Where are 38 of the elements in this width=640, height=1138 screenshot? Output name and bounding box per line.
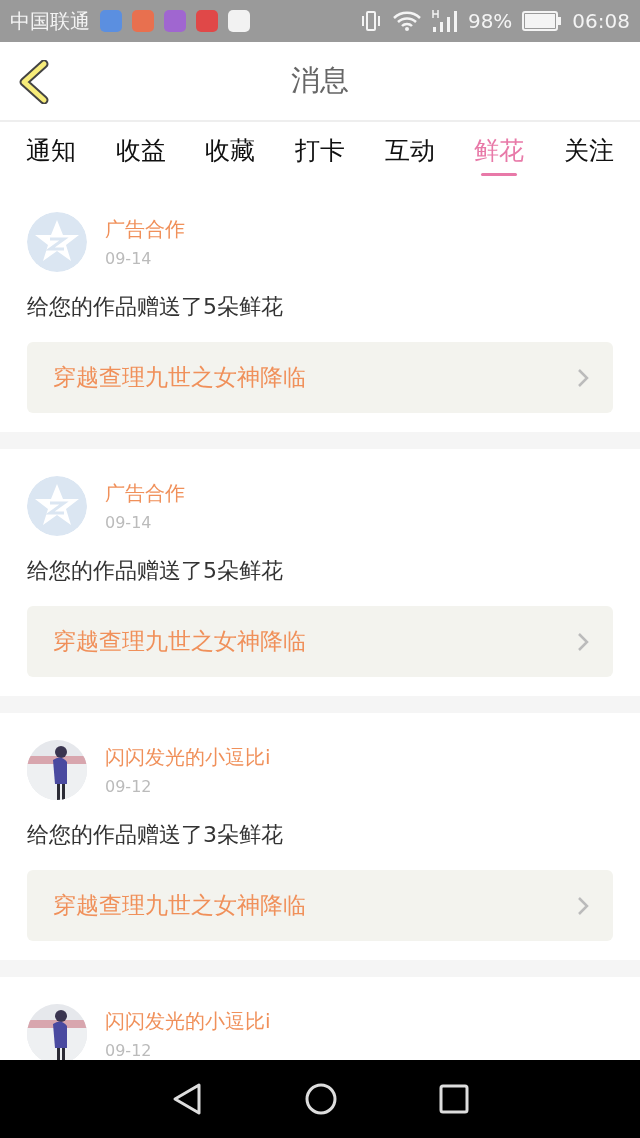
message-text: 给您的作品赠送了3朵鲜花	[27, 821, 284, 849]
recents-nav-icon[interactable]	[439, 1084, 470, 1114]
sender-name[interactable]: 闪闪发光的小逗比i	[105, 1008, 271, 1035]
carrier-name: 中国联通	[10, 7, 90, 35]
message-date: 09-14	[105, 513, 153, 532]
work-link[interactable]: 穿越查理九世之女神降临	[27, 342, 613, 413]
battery-icon	[522, 11, 563, 31]
message-date: 09-12	[105, 777, 153, 796]
chevron-right-icon	[577, 895, 589, 916]
sender-name[interactable]: 广告合作	[105, 480, 185, 507]
message-date: 09-14	[105, 249, 153, 268]
tab[interactable]: 通知	[26, 134, 76, 167]
back-icon[interactable]	[18, 60, 50, 104]
chevron-right-icon	[577, 367, 589, 388]
message-text: 给您的作品赠送了5朵鲜花	[27, 293, 284, 321]
default-avatar-icon	[27, 212, 87, 272]
tab[interactable]: 鲜花	[474, 134, 525, 167]
clock: 06:08	[572, 9, 630, 33]
tab[interactable]: 收藏	[205, 134, 256, 167]
home-nav-icon[interactable]	[304, 1082, 338, 1116]
sender-name[interactable]: 广告合作	[105, 216, 185, 243]
tab[interactable]: 打卡	[294, 134, 345, 167]
work-link[interactable]: 穿越查理九世之女神降临	[27, 606, 613, 677]
tab-underline	[481, 173, 518, 176]
vibrate-icon	[359, 10, 382, 32]
message-date: 09-12	[105, 1041, 153, 1060]
default-avatar-icon	[27, 476, 87, 536]
battery-percent: 98%	[467, 9, 513, 33]
wifi-icon	[391, 10, 422, 32]
tab[interactable]: 收益	[115, 134, 166, 167]
tab[interactable]: 互动	[384, 134, 435, 167]
page-title: 消息	[291, 62, 349, 99]
signal-icon	[431, 9, 458, 33]
sender-name[interactable]: 闪闪发光的小逗比i	[105, 744, 271, 771]
chevron-right-icon	[577, 631, 589, 652]
tab[interactable]: 关注	[563, 134, 614, 167]
message-text: 给您的作品赠送了5朵鲜花	[27, 557, 284, 585]
work-link[interactable]: 穿越查理九世之女神降临	[27, 870, 613, 941]
